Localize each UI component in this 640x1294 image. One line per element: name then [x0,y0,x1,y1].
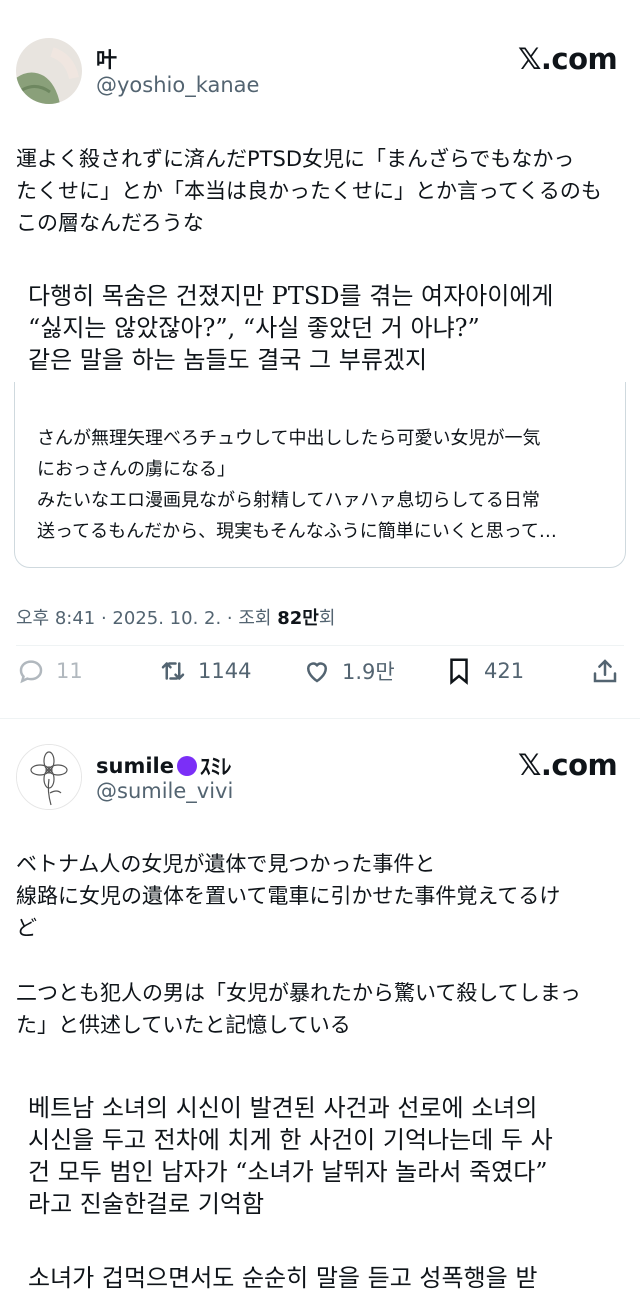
post-body-line: たくせに」とか「本当は良かったくせに」とか言ってくるのも [16,179,602,203]
post-body-line: 線路に女児の遺体を置いて電車に引かせた事件覚えてるけ [16,884,561,908]
translation-line: 베트남 소녀의 시신이 발견된 사건과 선로에 소녀의 [28,1094,538,1122]
quoted-tweet-line: さんが無理矢理べろチュウして中出ししたら可愛い女児が一気 [37,428,541,449]
quoted-tweet-line: みたいなエロ漫画見ながら射精してハァハァ息切らしてる日常 [37,490,540,511]
author-name-suffix: ｽﾐﾚ [199,755,232,779]
avatar[interactable] [16,744,82,810]
translation-overlay: 베트남 소녀의 시신이 발견된 사건과 선로에 소녀의 시신을 두고 전차에 치… [14,1092,628,1220]
bookmark-button[interactable]: 421 [444,656,524,686]
like-count: 1.9만 [342,660,395,684]
avatar[interactable] [16,38,82,104]
post-body-line: 二つとも犯人の男は「女児が暴れたから驚いて殺してしまっ [16,981,581,1005]
translation-line: 건 모두 범인 남자가 “소녀가 날뛰자 놀라서 죽였다” [28,1158,548,1186]
post-body-line: ど [16,916,37,940]
quoted-tweet-line: におっさんの虜になる」 [37,459,235,480]
post-body: ベトナム人の女児が遺体で見つかった事件と 線路に女児の遺体を置いて電車に引かせた… [16,848,626,1041]
post-separator [0,718,640,719]
post-body-line: た」と供述していたと記憶している [16,1013,351,1037]
post-body: 運よく殺されずに済んだPTSD女児に「まんざらでもなかっ たくせに」とか「本当は… [16,143,626,239]
post-meta: 오후 8:41 · 2025. 10. 2. · 조회 82만회 [16,604,335,630]
translation-line: “싫지는 않았잖아?”, “사실 좋았던 거 아냐?” [28,314,480,342]
author-name-text: sumile [96,754,174,778]
view-suffix: 회 [318,608,336,629]
author-handle[interactable]: @sumile_vivi [96,779,233,803]
translation-overlay: 다행히 목숨은 건졌지만 PTSD를 겪는 여자아이에게 “싫지는 않았잖아?”… [14,276,628,382]
bookmark-count: 421 [484,659,525,683]
brand-logo: 𝕏.com [518,42,618,76]
post-body-line: この層なんだろうな [16,211,204,235]
translation-line: 다행히 목숨은 건졌지만 PTSD를 겪는 여자아이에게 [28,282,554,310]
quoted-tweet-line: 送ってるもんだから、現実もそんなふうに簡単にいくと思って… [37,521,557,542]
reply-button[interactable]: 11 [16,656,83,686]
translation-line: 라고 진술한걸로 기억함 [28,1190,265,1218]
reply-icon [19,660,43,684]
translation-line: 시신을 두고 전차에 치게 한 사건이 기억나는데 두 사 [28,1126,553,1154]
like-button[interactable]: 1.9만 [302,656,395,686]
translation-line: 같은 말을 하는 놈들도 결국 그 부류겠지 [28,346,428,374]
author-name[interactable]: sumile ｽﾐﾚ [96,751,231,781]
divider [16,645,624,646]
brand-logo: 𝕏.com [518,748,618,782]
bookmark-icon [450,658,468,685]
repost-count: 1144 [198,659,252,683]
top-cutoff-text [0,0,640,2]
reply-count: 11 [56,659,83,683]
share-button[interactable] [590,656,620,686]
repost-icon [161,662,185,680]
post-body-line: 運よく殺されずに済んだPTSD女児に「まんざらでもなかっ [16,147,575,171]
author-handle[interactable]: @yoshio_kanae [96,73,259,97]
purple-circle-icon [176,756,197,776]
repost-button[interactable]: 1144 [158,656,251,686]
view-count: 82만 [277,608,319,629]
post-body-line: ベトナム人の女児が遺体で見つかった事件と [16,852,436,876]
share-icon [593,659,617,683]
post-timestamp[interactable]: 오후 8:41 · 2025. 10. 2. · 조회 [16,608,277,629]
translation-cutoff-line: 소녀가 겁먹으면서도 순순히 말을 듣고 성폭행을 받 [28,1264,538,1292]
author-name[interactable]: 叶 [96,44,117,74]
heart-icon [306,662,328,683]
